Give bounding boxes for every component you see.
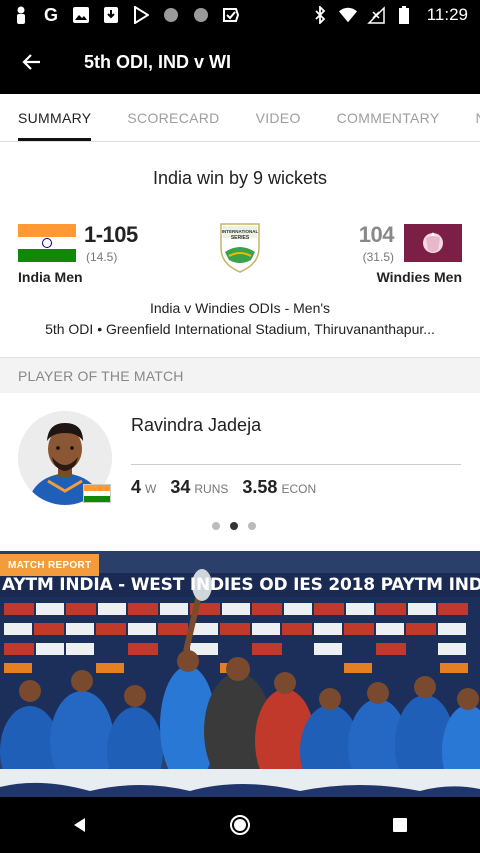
person-icon [12,6,30,24]
team-home-overs: (14.5) [86,250,118,264]
team-away: Windies Men [377,224,462,285]
play-store-icon [132,6,150,24]
player-name: Ravindra Jadeja [131,415,262,435]
stat-runs-value: 34 [170,477,191,497]
tab-video[interactable]: VIDEO [238,94,319,141]
report-banner-text: AYTM INDIA - WEST INDIES OD IES 2018 PAY… [2,575,480,595]
team-away-name: Windies Men [376,269,462,285]
carousel-indicator [212,522,256,530]
battery-icon [395,6,413,24]
player-of-match-card[interactable]: Ravindra Jadeja 4 W 34 RUNS 3.58 ECON [0,393,480,545]
venue-text: 5th ODI • Greenfield International Stadi… [45,321,435,337]
stat-runs-unit: RUNS [194,482,229,496]
google-icon: G [43,4,58,25]
stat-wickets-unit: W [145,482,157,496]
carousel-dot-active[interactable] [230,522,238,530]
tab-commentary[interactable]: COMMENTARY [319,94,458,141]
status-bar: G 11:29 [0,0,480,30]
series-logo-line-1: INTERNATIONAL [222,229,259,234]
match-report-card[interactable]: AYTM INDIA - WEST INDIES OD IES 2018 PAY… [0,551,480,797]
team-home: India Men [18,224,83,285]
team-home-score-block: 1-105 (14.5) [84,222,138,264]
checkmark-icon [222,6,240,24]
divider [131,464,461,465]
series-logo-line-2: SERIES [231,235,250,241]
home-icon [230,815,250,835]
no-signal-icon [366,6,385,24]
nav-home-button[interactable] [210,797,270,853]
tab-scorecard[interactable]: SCORECARD [109,94,237,141]
page-title: 5th ODI, IND v WI [84,51,232,72]
image-icon [72,6,90,24]
stat-econ-unit: ECON [281,482,317,496]
nav-back-button[interactable] [50,797,110,853]
recents-icon [393,818,407,832]
status-time: 11:29 [426,5,468,24]
wifi-icon [338,6,357,24]
team-home-name: India Men [18,269,83,285]
india-flag-icon [18,224,76,263]
tab-bar: SUMMARY SCORECARD VIDEO COMMENTARY N [0,94,480,142]
nav-recents-button[interactable] [370,797,430,853]
player-country-flag-icon [83,484,111,503]
notification-icons: G [12,4,240,25]
section-header-potm: PLAYER OF THE MATCH [0,357,480,393]
stat-wickets-value: 4 [131,477,142,497]
player-stats: 4 W 34 RUNS 3.58 ECON [131,477,330,498]
tab-summary[interactable]: SUMMARY [0,94,109,141]
scoreboard[interactable]: India Men 1-105 (14.5) INTERNATIONAL SER… [0,214,480,294]
back-icon [74,818,85,832]
result-headline: India win by 9 wickets [152,167,328,188]
tab-next[interactable]: N [457,94,480,141]
team-home-score: 1-105 [84,222,138,247]
back-button[interactable] [0,30,64,94]
match-info: India v Windies ODIs - Men's 5th ODI • G… [0,298,480,340]
series-name: India v Windies ODIs - Men's [149,300,331,316]
arrow-left-icon [22,54,40,70]
stat-econ-value: 3.58 [242,477,278,497]
carousel-dot[interactable] [212,522,220,530]
windies-flag-icon [404,224,462,262]
circle-icon [162,6,180,24]
circle-icon [192,6,210,24]
app-bar: 5th ODI, IND v WI [0,30,480,94]
carousel-dot[interactable] [248,522,256,530]
bluetooth-icon [311,6,329,24]
system-nav-bar [0,797,480,853]
system-icons: 11:29 [311,5,468,25]
match-report-tag: MATCH REPORT [0,554,100,576]
download-icon [102,6,120,24]
series-logo: INTERNATIONAL SERIES [219,222,261,274]
